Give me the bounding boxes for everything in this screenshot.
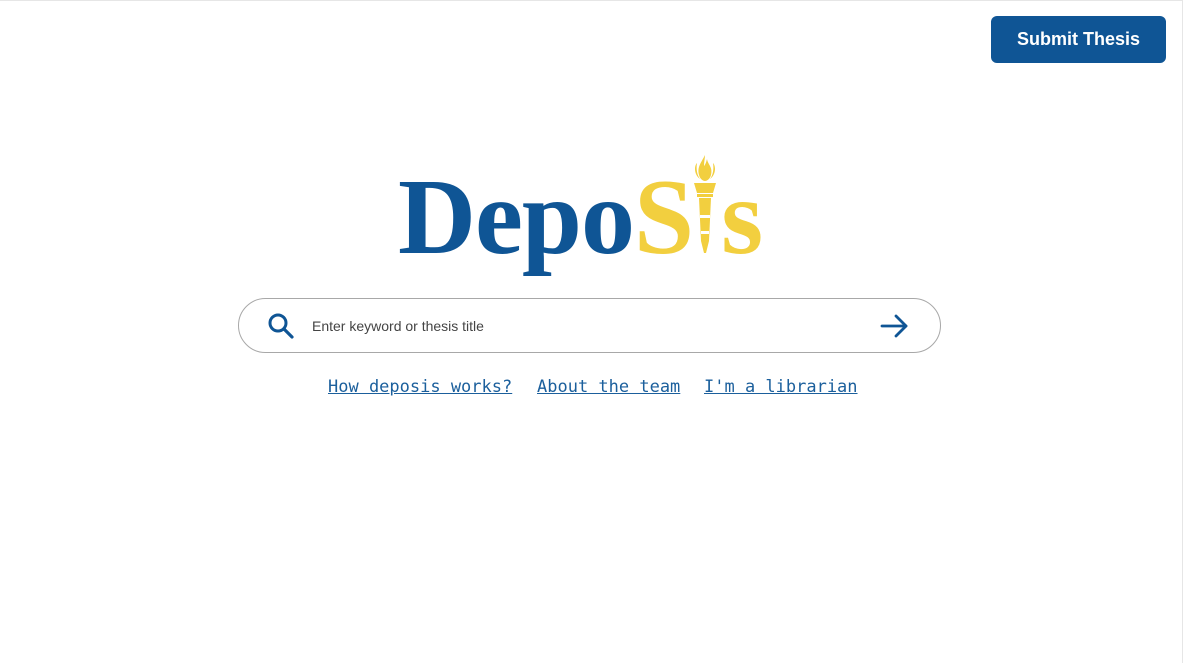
search-icon[interactable] (267, 312, 295, 340)
how-deposis-works-link[interactable]: How deposis works? (328, 373, 512, 401)
search-input[interactable] (312, 312, 852, 340)
submit-thesis-button[interactable]: Submit Thesis (991, 16, 1166, 63)
logo-text-s-lower: s (721, 158, 763, 277)
page: Submit Thesis DepoS s Enter keyword or t… (0, 0, 1183, 663)
logo-text-s: S (634, 158, 694, 277)
search-submit-button[interactable] (879, 311, 911, 341)
im-a-librarian-link[interactable]: I'm a librarian (704, 373, 858, 401)
search-bar (238, 298, 941, 353)
footer-links: How deposis works? About the team I'm a … (0, 373, 1183, 401)
deposis-logo: DepoS s (398, 153, 778, 283)
torch-icon (694, 155, 717, 253)
logo-wordmark: DepoS s (398, 153, 763, 283)
about-the-team-link[interactable]: About the team (537, 373, 680, 401)
logo-text-depo: Depo (398, 158, 635, 277)
arrow-right-icon (880, 314, 908, 338)
